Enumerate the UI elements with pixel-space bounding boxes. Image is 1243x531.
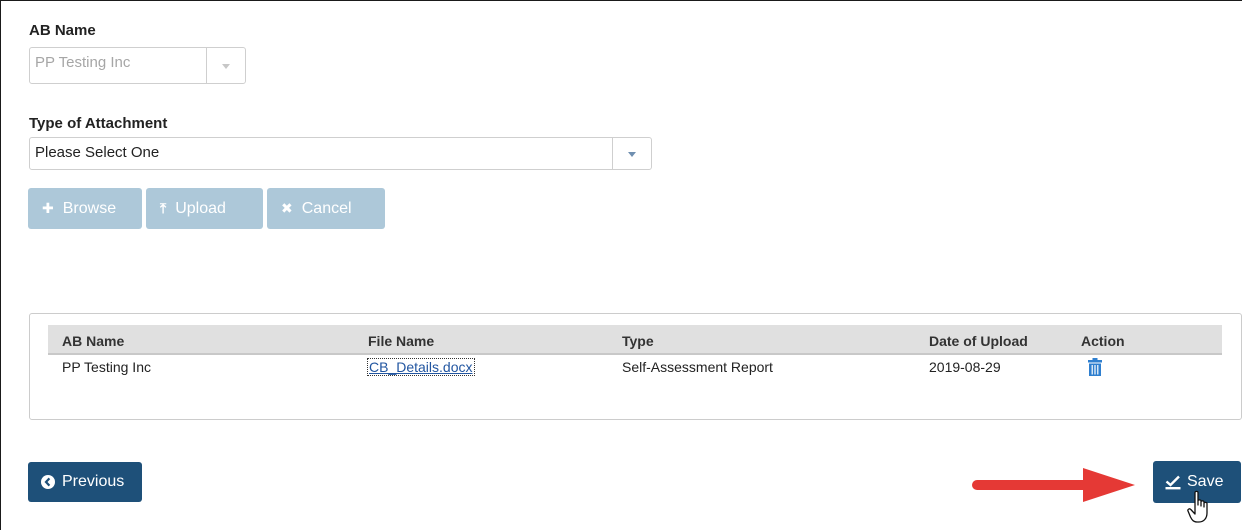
ab-name-select: PP Testing Inc <box>29 47 246 84</box>
cell-date: 2019-08-29 <box>929 359 1001 375</box>
chevron-down-icon <box>222 63 230 69</box>
column-header-action: Action <box>1081 333 1125 349</box>
attachment-type-select[interactable]: Please Select One <box>29 137 652 170</box>
attachment-type-value: Please Select One <box>35 144 160 161</box>
cancel-button[interactable]: ✖ Cancel <box>267 188 385 229</box>
cell-type: Self-Assessment Report <box>622 359 773 375</box>
column-header-ab-name: AB Name <box>62 333 125 349</box>
ab-name-label: AB Name <box>29 22 96 39</box>
cancel-label: Cancel <box>301 199 352 217</box>
attachment-type-dropdown-toggle[interactable] <box>612 138 651 169</box>
chevron-down-icon <box>628 151 636 157</box>
hand-cursor-icon <box>1187 490 1208 523</box>
save-label: Save <box>1187 473 1224 490</box>
annotation-arrow <box>972 468 1135 502</box>
ab-name-dropdown-toggle <box>206 48 245 83</box>
attachment-type-label: Type of Attachment <box>29 115 168 132</box>
previous-button[interactable]: Previous <box>28 462 142 502</box>
upload-button[interactable]: ⤒ Upload <box>146 188 263 229</box>
column-header-date: Date of Upload <box>929 333 1028 349</box>
chevron-left-circle-icon <box>41 475 55 489</box>
previous-label: Previous <box>62 473 125 490</box>
check-underline-icon <box>1165 475 1181 490</box>
ab-name-value: PP Testing Inc <box>35 54 131 71</box>
file-link[interactable]: CB_Details.docx <box>367 358 475 376</box>
upload-label: Upload <box>175 199 226 217</box>
close-icon: ✖ <box>281 200 293 216</box>
cell-ab-name: PP Testing Inc <box>62 359 151 375</box>
trash-icon[interactable] <box>1088 358 1102 381</box>
plus-icon: ✚ <box>42 200 54 216</box>
column-header-type: Type <box>622 333 654 349</box>
browse-button[interactable]: ✚ Browse <box>28 188 142 229</box>
column-header-file-name: File Name <box>368 333 435 349</box>
browse-label: Browse <box>62 199 117 217</box>
upload-icon: ⤒ <box>160 200 167 216</box>
